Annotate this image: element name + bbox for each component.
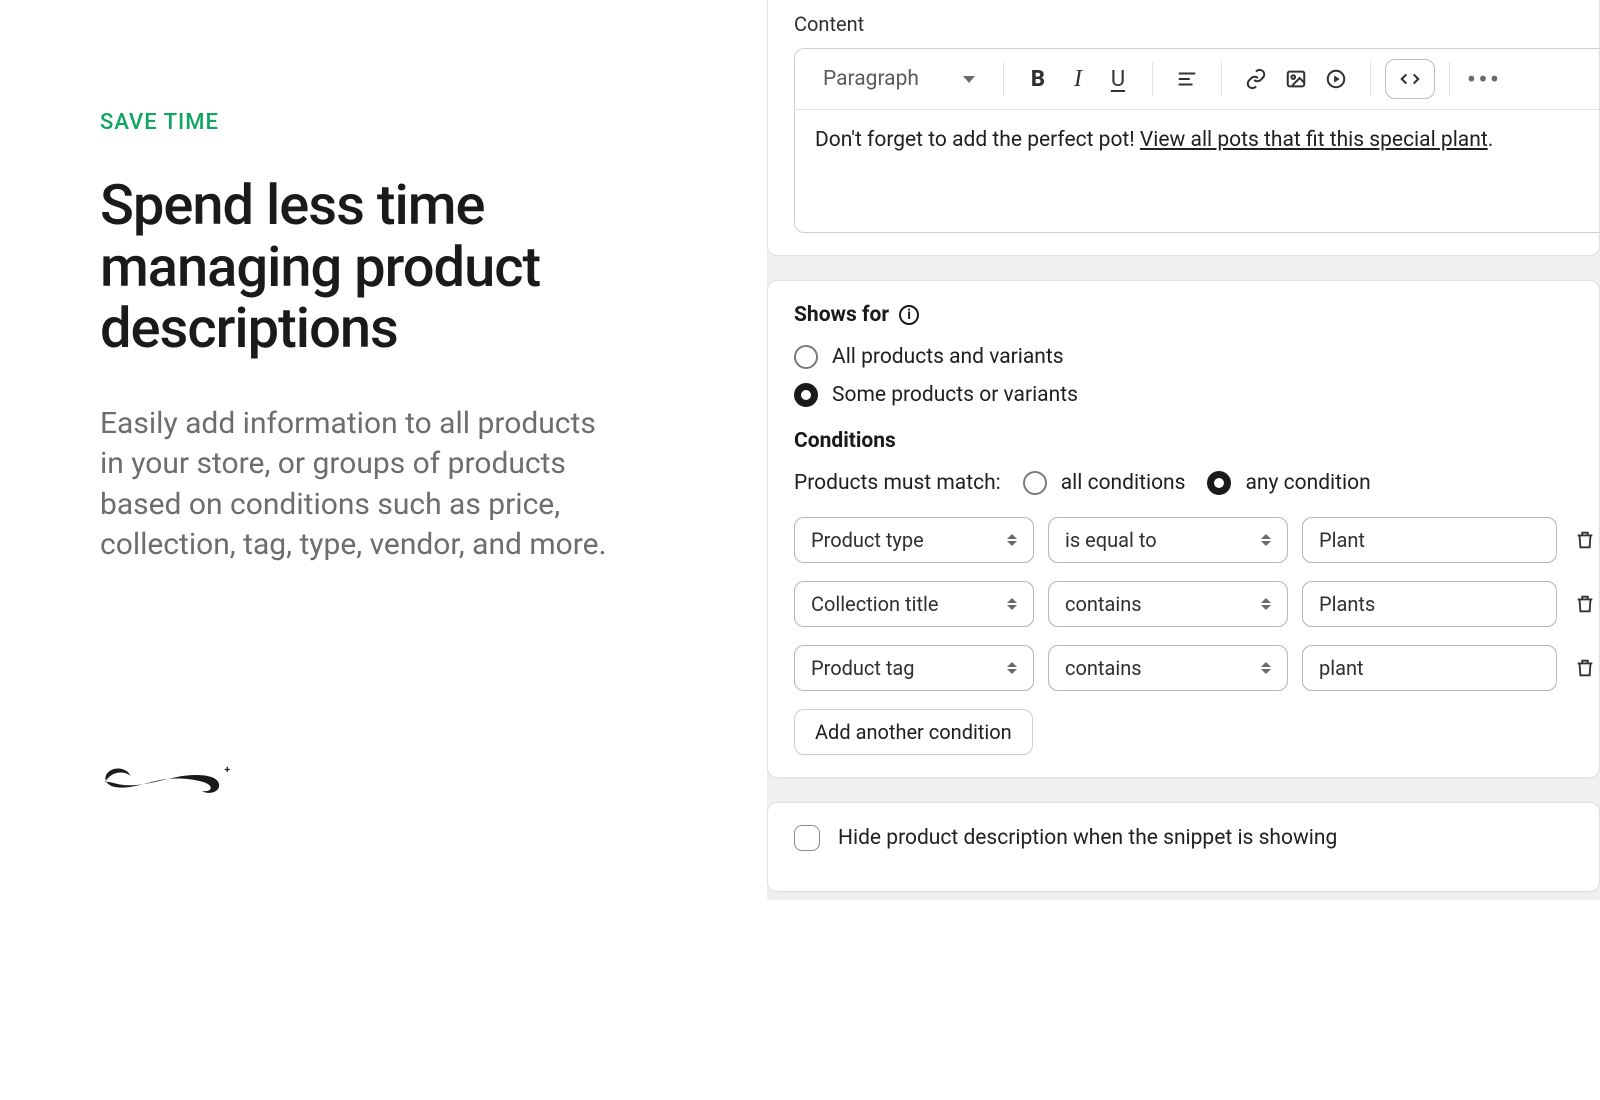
- trash-icon: [1574, 593, 1596, 615]
- align-button[interactable]: [1167, 59, 1207, 99]
- toolbar-divider: [1221, 62, 1222, 96]
- toolbar-divider: [1370, 62, 1371, 96]
- condition-field-value: Collection title: [811, 592, 938, 616]
- shows-option-some-label: Some products or variants: [832, 383, 1078, 407]
- match-option-all-label: all conditions: [1061, 471, 1186, 495]
- code-icon: [1399, 68, 1421, 90]
- editor-text-tail: .: [1488, 128, 1494, 152]
- shows-for-card: Shows for i All products and variants So…: [767, 280, 1600, 778]
- video-button[interactable]: [1316, 59, 1356, 99]
- eyebrow: SAVE TIME: [100, 110, 627, 135]
- condition-operator-value: contains: [1065, 592, 1142, 616]
- delete-condition-button[interactable]: [1571, 529, 1599, 551]
- condition-operator-value: contains: [1065, 656, 1142, 680]
- condition-field-select[interactable]: Collection title: [794, 581, 1034, 627]
- condition-row: Product type is equal to: [794, 517, 1599, 563]
- delete-condition-button[interactable]: [1571, 657, 1599, 679]
- italic-button[interactable]: I: [1058, 59, 1098, 99]
- condition-value-input[interactable]: [1319, 656, 1540, 680]
- align-left-icon: [1176, 68, 1198, 90]
- chevron-down-icon: [1007, 669, 1017, 674]
- condition-value-input-wrap: [1302, 581, 1557, 627]
- link-button[interactable]: [1236, 59, 1276, 99]
- condition-value-input[interactable]: [1319, 592, 1540, 616]
- paragraph-style-select[interactable]: Paragraph: [809, 59, 989, 99]
- code-view-button[interactable]: [1385, 59, 1435, 99]
- paragraph-style-value: Paragraph: [823, 67, 919, 91]
- condition-value-input-wrap: [1302, 517, 1557, 563]
- hide-description-card: Hide product description when the snippe…: [767, 802, 1600, 892]
- chevron-up-icon: [1261, 534, 1271, 539]
- image-icon: [1285, 68, 1307, 90]
- condition-operator-select[interactable]: contains: [1048, 581, 1288, 627]
- condition-operator-value: is equal to: [1065, 528, 1157, 552]
- hide-description-label: Hide product description when the snippe…: [838, 826, 1337, 850]
- rich-text-editor: Paragraph B I U: [794, 48, 1599, 233]
- trash-icon: [1574, 657, 1596, 679]
- editor-body[interactable]: Don't forget to add the perfect pot! Vie…: [795, 110, 1599, 232]
- shows-for-header: Shows for: [794, 303, 889, 327]
- condition-field-value: Product tag: [811, 656, 915, 680]
- condition-value-input[interactable]: [1319, 528, 1540, 552]
- condition-value-input-wrap: [1302, 645, 1557, 691]
- brand-logo: [100, 758, 240, 800]
- ellipsis-icon: •••: [1467, 63, 1501, 96]
- chevron-down-icon: [1007, 541, 1017, 546]
- match-option-any[interactable]: any condition: [1207, 471, 1370, 495]
- condition-field-value: Product type: [811, 528, 924, 552]
- toolbar-divider: [1003, 62, 1004, 96]
- chevron-down-icon: [1007, 605, 1017, 610]
- add-condition-button[interactable]: Add another condition: [794, 709, 1033, 755]
- match-label: Products must match:: [794, 471, 1001, 495]
- radio-checked-icon: [794, 383, 818, 407]
- image-button[interactable]: [1276, 59, 1316, 99]
- condition-field-select[interactable]: Product tag: [794, 645, 1034, 691]
- trash-icon: [1574, 529, 1596, 551]
- info-icon[interactable]: i: [899, 305, 919, 325]
- hide-description-checkbox[interactable]: [794, 825, 820, 851]
- shows-option-all[interactable]: All products and variants: [794, 345, 1599, 369]
- play-circle-icon: [1325, 68, 1347, 90]
- radio-icon: [794, 345, 818, 369]
- chevron-down-icon: [1261, 541, 1271, 546]
- chevron-up-icon: [1007, 662, 1017, 667]
- content-label: Content: [794, 12, 1599, 36]
- match-option-all[interactable]: all conditions: [1023, 471, 1186, 495]
- editor-link[interactable]: View all pots that fit this special plan…: [1140, 128, 1488, 152]
- editor-toolbar: Paragraph B I U: [795, 49, 1599, 110]
- page-body: Easily add information to all products i…: [100, 404, 620, 566]
- shows-option-all-label: All products and variants: [832, 345, 1064, 369]
- toolbar-divider: [1449, 62, 1450, 96]
- bold-button[interactable]: B: [1018, 59, 1058, 99]
- chevron-down-icon: [1261, 669, 1271, 674]
- chevron-down-icon: [1261, 605, 1271, 610]
- condition-field-select[interactable]: Product type: [794, 517, 1034, 563]
- chevron-up-icon: [1261, 662, 1271, 667]
- toolbar-divider: [1152, 62, 1153, 96]
- page-heading: Spend less time managing product descrip…: [100, 175, 600, 360]
- delete-condition-button[interactable]: [1571, 593, 1599, 615]
- underline-button[interactable]: U: [1098, 59, 1138, 99]
- content-card: Content Paragraph B I U: [767, 0, 1600, 256]
- radio-icon: [1023, 471, 1047, 495]
- chevron-up-icon: [1007, 598, 1017, 603]
- condition-operator-select[interactable]: contains: [1048, 645, 1288, 691]
- editor-text: Don't forget to add the perfect pot!: [815, 128, 1140, 152]
- radio-checked-icon: [1207, 471, 1231, 495]
- chevron-down-icon: [963, 76, 975, 83]
- conditions-header: Conditions: [794, 429, 1599, 453]
- link-icon: [1245, 68, 1267, 90]
- match-option-any-label: any condition: [1245, 471, 1370, 495]
- chevron-up-icon: [1261, 598, 1271, 603]
- chevron-up-icon: [1007, 534, 1017, 539]
- more-button[interactable]: •••: [1464, 59, 1504, 99]
- condition-row: Collection title contains: [794, 581, 1599, 627]
- shows-option-some[interactable]: Some products or variants: [794, 383, 1599, 407]
- condition-row: Product tag contains: [794, 645, 1599, 691]
- condition-operator-select[interactable]: is equal to: [1048, 517, 1288, 563]
